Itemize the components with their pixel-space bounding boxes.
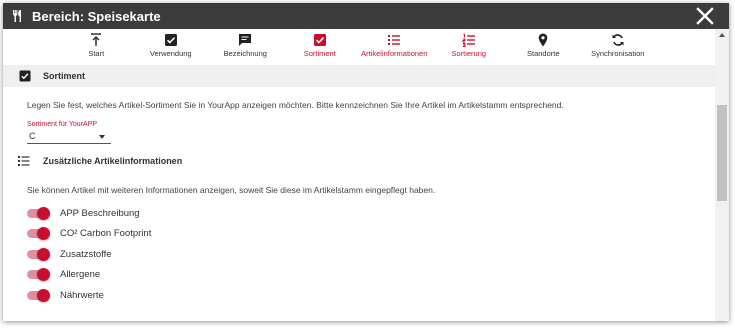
step-label: Bezeichnung	[223, 49, 267, 58]
toggle-row-zusatzstoffe: Zusatzstoffe	[3, 244, 715, 265]
step-nav: Start Verwendung Bezeichnung Sortiment A…	[3, 29, 715, 65]
sync-icon	[612, 34, 624, 46]
ordered-list-icon	[462, 34, 475, 47]
sortiment-select[interactable]: C	[27, 130, 111, 144]
close-icon[interactable]	[695, 6, 715, 26]
step-synchronisation[interactable]: Synchronisation	[581, 29, 656, 65]
checkbox-icon	[313, 34, 326, 46]
step-label: Start	[88, 49, 105, 58]
toggle-label: Allergene	[60, 269, 101, 281]
fork-knife-icon	[13, 10, 21, 22]
toggle-row-co2: CO² Carbon Footprint	[3, 224, 715, 245]
step-label: Sortiment	[303, 49, 336, 58]
toggle-label: Nährwerte	[60, 289, 104, 301]
step-artikelinformationen[interactable]: Artikelinformationen	[357, 29, 432, 65]
step-label: Verwendung	[149, 49, 192, 58]
dialog-title: Bereich: Speisekarte	[32, 8, 161, 24]
section-header-sortiment: Sortiment	[3, 65, 715, 87]
section-title: Sortiment	[43, 71, 86, 81]
toggle-row-allergene: Allergene	[3, 265, 715, 286]
toggle-label: Zusatzstoffe	[60, 248, 112, 260]
step-verwendung[interactable]: Verwendung	[134, 29, 209, 65]
app-beschreibung-toggle[interactable]	[27, 206, 50, 220]
info-description: Sie können Artikel mit weiteren Informat…	[27, 185, 436, 195]
step-standorte[interactable]: Standorte	[506, 29, 581, 65]
step-label: Synchronisation	[591, 49, 645, 58]
scrollbar-thumb[interactable]	[717, 105, 727, 201]
toggle-label: CO² Carbon Footprint	[60, 228, 152, 240]
toggle-label: APP Beschreibung	[60, 207, 140, 219]
naehrwerte-toggle[interactable]	[27, 288, 50, 302]
zusatzstoffe-toggle[interactable]	[27, 247, 50, 261]
checkbox-icon	[164, 34, 177, 46]
sortiment-field-label: Sortiment für YourAPP	[27, 121, 98, 128]
step-label: Standorte	[526, 49, 560, 58]
vertical-scrollbar[interactable]	[715, 29, 729, 321]
dialog: Bereich: Speisekarte Start Verwendung Be…	[3, 3, 729, 321]
scroll-up-icon[interactable]	[719, 33, 725, 37]
allergene-toggle[interactable]	[27, 268, 50, 282]
section-header-artikelinformationen: Zusätzliche Artikelinformationen	[3, 150, 715, 172]
list-icon	[388, 35, 401, 45]
location-pin-icon	[538, 33, 548, 47]
step-sortiment[interactable]: Sortiment	[283, 29, 358, 65]
dialog-content: Start Verwendung Bezeichnung Sortiment A…	[3, 29, 715, 321]
section-title: Zusätzliche Artikelinformationen	[43, 156, 183, 166]
caret-down-icon	[99, 135, 105, 139]
list-icon	[18, 156, 30, 166]
step-sortierung[interactable]: Sortierung	[432, 29, 507, 65]
step-label: Sortierung	[451, 49, 487, 58]
toggle-row-app-beschreibung: APP Beschreibung	[3, 203, 715, 224]
step-label: Artikelinformationen	[361, 49, 428, 58]
step-bezeichnung[interactable]: Bezeichnung	[208, 29, 283, 65]
sortiment-select-value: C	[29, 131, 36, 141]
checkbox-icon	[19, 70, 31, 82]
upload-icon	[91, 33, 102, 46]
toggle-row-naehrwerte: Nährwerte	[3, 285, 715, 306]
message-icon	[239, 34, 252, 46]
sortiment-description: Legen Sie fest, welches Artikel-Sortimen…	[27, 100, 564, 110]
step-start[interactable]: Start	[59, 29, 134, 65]
dialog-titlebar: Bereich: Speisekarte	[3, 3, 729, 29]
co2-footprint-toggle[interactable]	[27, 227, 50, 241]
